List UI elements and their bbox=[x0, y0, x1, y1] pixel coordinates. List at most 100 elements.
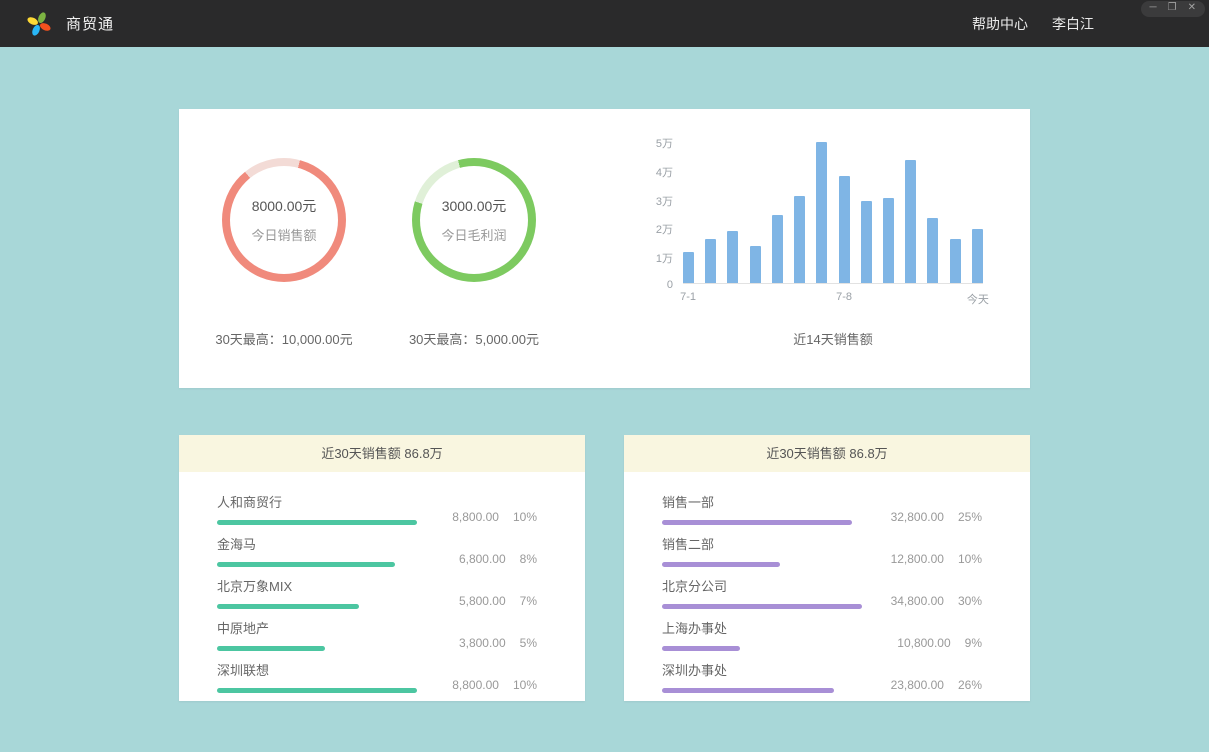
today-sales-donut-center: 8000.00元 今日销售额 bbox=[230, 166, 338, 274]
maximize-button[interactable]: ❐ bbox=[1168, 2, 1177, 14]
rank-row-amount: 3,800.00 bbox=[459, 636, 506, 650]
daily-sales-bar bbox=[750, 246, 761, 283]
rank-row-name: 北京分公司 bbox=[662, 576, 862, 595]
bar-chart-x-axis: 7-17-8今天 bbox=[683, 291, 983, 307]
department-sales-rank-card: 近30天销售额 86.8万 销售一部 32,800.00 25% 销售二部 12,800… bbox=[624, 435, 1030, 701]
rank-row-amount: 32,800.00 bbox=[891, 510, 944, 524]
rank-row: 销售一部 32,800.00 25% bbox=[662, 492, 982, 525]
rank-row-percent: 10% bbox=[513, 678, 537, 692]
rank-row-percent: 10% bbox=[513, 510, 537, 524]
department-rank-list: 销售一部 32,800.00 25% 销售二部 12,800.00 10% 北京分公司 34,… bbox=[624, 472, 1030, 693]
today-profit-30d-max: 30天最高：5,000.00元 bbox=[409, 329, 539, 348]
rank-row-amount: 8,800.00 bbox=[452, 678, 499, 692]
y-axis-tick: 2万 bbox=[656, 221, 673, 237]
rank-row-percent: 25% bbox=[958, 510, 982, 524]
rank-row-name: 销售二部 bbox=[662, 534, 862, 553]
rank-row: 金海马 6,800.00 8% bbox=[217, 534, 537, 567]
rank-row-percent: 8% bbox=[520, 552, 537, 566]
user-name-link[interactable]: 李白江 bbox=[1052, 14, 1094, 34]
app-title: 商贸通 bbox=[66, 13, 114, 34]
rank-row-amount: 5,800.00 bbox=[459, 594, 506, 608]
today-sales-30d-max: 30天最高：10,000.00元 bbox=[215, 329, 352, 348]
rank-row-bar bbox=[217, 646, 325, 651]
today-profit-value: 3000.00元 bbox=[442, 196, 507, 216]
minimize-button[interactable]: ─ bbox=[1150, 2, 1157, 14]
rank-row: 人和商贸行 8,800.00 10% bbox=[217, 492, 537, 525]
titlebar-nav: 帮助中心 李白江 bbox=[972, 14, 1094, 34]
today-profit-block: 3000.00元 今日毛利润 30天最高：5,000.00元 bbox=[379, 109, 569, 388]
close-button[interactable]: ✕ bbox=[1188, 2, 1196, 14]
customer-rank-list: 人和商贸行 8,800.00 10% 金海马 6,800.00 8% 北京万象MIX 5,80… bbox=[179, 472, 585, 693]
daily-sales-bar bbox=[705, 239, 716, 283]
today-profit-donut: 3000.00元 今日毛利润 bbox=[412, 158, 536, 282]
rank-row-amount: 12,800.00 bbox=[891, 552, 944, 566]
rank-row-name: 中原地产 bbox=[217, 618, 417, 637]
today-sales-block: 8000.00元 今日销售额 30天最高：10,000.00元 bbox=[189, 109, 379, 388]
bar-chart-caption: 近14天销售额 bbox=[683, 329, 983, 348]
titlebar: 商贸通 帮助中心 李白江 ─ ❐ ✕ bbox=[0, 0, 1209, 47]
y-axis-tick: 0 bbox=[667, 279, 673, 291]
rank-row-name: 北京万象MIX bbox=[217, 576, 417, 595]
rank-row: 北京分公司 34,800.00 30% bbox=[662, 576, 982, 609]
rank-row: 北京万象MIX 5,800.00 7% bbox=[217, 576, 537, 609]
rank-row-name: 销售一部 bbox=[662, 492, 862, 511]
rank-row: 中原地产 3,800.00 5% bbox=[217, 618, 537, 651]
daily-sales-bar bbox=[772, 215, 783, 283]
daily-sales-bar bbox=[839, 176, 850, 283]
daily-sales-bar bbox=[972, 229, 983, 283]
rank-row-name: 上海办事处 bbox=[662, 618, 862, 637]
daily-sales-bar bbox=[816, 142, 827, 283]
rank-row-bar bbox=[662, 646, 740, 651]
rank-row-bar bbox=[217, 520, 417, 525]
rank-row-bar bbox=[662, 562, 780, 567]
rank-row-percent: 5% bbox=[520, 636, 537, 650]
rank-row-percent: 30% bbox=[958, 594, 982, 608]
daily-sales-bar bbox=[927, 218, 938, 283]
rank-row-percent: 10% bbox=[958, 552, 982, 566]
customer-sales-rank-card: 近30天销售额 86.8万 人和商贸行 8,800.00 10% 金海马 6,800.0… bbox=[179, 435, 585, 701]
rank-row-amount: 8,800.00 bbox=[452, 510, 499, 524]
rank-row-bar bbox=[662, 520, 852, 525]
rank-row-amount: 23,800.00 bbox=[891, 678, 944, 692]
x-axis-tick: 今天 bbox=[967, 291, 989, 307]
rank-row-bar bbox=[662, 688, 834, 693]
daily-sales-bar bbox=[727, 231, 738, 283]
rank-row-percent: 9% bbox=[965, 636, 982, 650]
rank-row-name: 金海马 bbox=[217, 534, 417, 553]
rank-row-name: 人和商贸行 bbox=[217, 492, 417, 511]
x-axis-tick: 7-8 bbox=[836, 291, 852, 303]
rank-row-amount: 34,800.00 bbox=[891, 594, 944, 608]
today-profit-label: 今日毛利润 bbox=[441, 225, 506, 244]
rank-row-bar bbox=[217, 562, 395, 567]
overview-card: 8000.00元 今日销售额 30天最高：10,000.00元 3000.00元… bbox=[179, 109, 1030, 388]
rank-row: 深圳办事处 23,800.00 26% bbox=[662, 660, 982, 693]
rank-row-amount: 6,800.00 bbox=[459, 552, 506, 566]
today-sales-value: 8000.00元 bbox=[252, 196, 317, 216]
daily-sales-bar bbox=[861, 201, 872, 283]
y-axis-tick: 1万 bbox=[656, 250, 673, 266]
sales-bar-chart: 5万4万3万2万1万0 7-17-8今天 近14天销售额 bbox=[643, 109, 983, 388]
app-logo-pinwheel-icon bbox=[26, 11, 52, 37]
today-sales-donut: 8000.00元 今日销售额 bbox=[222, 158, 346, 282]
rank-row-bar bbox=[217, 604, 359, 609]
rank-row-percent: 26% bbox=[958, 678, 982, 692]
bar-chart-y-axis: 5万4万3万2万1万0 bbox=[643, 135, 673, 291]
rank-row: 上海办事处10,800.009% bbox=[662, 618, 982, 651]
help-center-link[interactable]: 帮助中心 bbox=[972, 14, 1028, 34]
daily-sales-bar bbox=[950, 239, 961, 283]
today-profit-donut-center: 3000.00元 今日毛利润 bbox=[420, 166, 528, 274]
rank-row-name: 深圳办事处 bbox=[662, 660, 862, 679]
daily-sales-bar bbox=[905, 160, 916, 283]
daily-sales-bar bbox=[883, 198, 894, 283]
daily-sales-bar bbox=[794, 196, 805, 283]
rank-row-name: 深圳联想 bbox=[217, 660, 417, 679]
rank-row: 销售二部 12,800.00 10% bbox=[662, 534, 982, 567]
y-axis-tick: 4万 bbox=[656, 164, 673, 180]
rank-row: 深圳联想 8,800.00 10% bbox=[217, 660, 537, 693]
today-sales-label: 今日销售额 bbox=[251, 225, 316, 244]
department-rank-title: 近30天销售额 86.8万 bbox=[624, 435, 1030, 472]
customer-rank-title: 近30天销售额 86.8万 bbox=[179, 435, 585, 472]
daily-sales-bar bbox=[683, 252, 694, 283]
bar-chart-bars bbox=[683, 142, 983, 284]
rank-row-percent: 7% bbox=[520, 594, 537, 608]
